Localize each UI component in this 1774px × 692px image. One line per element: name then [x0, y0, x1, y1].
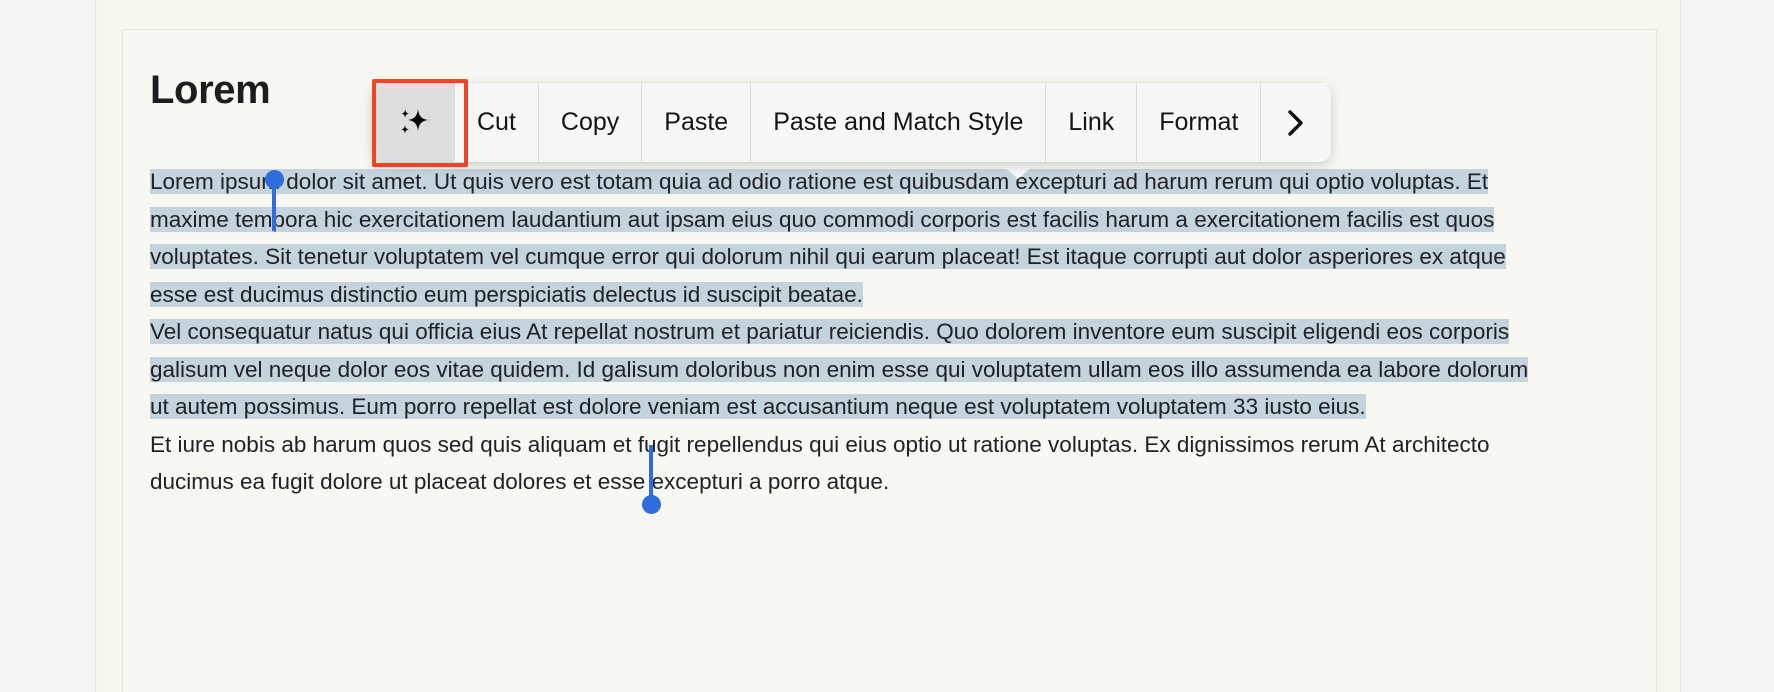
menu-item-label: Paste [664, 108, 729, 136]
context-menu[interactable]: Cut Copy Paste Paste and Match Style Lin… [372, 83, 1332, 162]
app-root: Lorem Lorem ipsum dolor sit amet. Ut qui… [0, 0, 1774, 692]
menu-item-label: Link [1068, 108, 1115, 136]
page-sheet: Lorem Lorem ipsum dolor sit amet. Ut qui… [97, 0, 1680, 692]
paragraph[interactable]: Lorem ipsum dolor sit amet. Ut quis vero… [150, 163, 1550, 313]
document-card: Lorem Lorem ipsum dolor sit amet. Ut qui… [122, 29, 1657, 692]
left-gutter [0, 0, 96, 692]
sparkle-icon [400, 108, 428, 134]
selection-handle-stem [272, 179, 276, 231]
right-gutter [1680, 0, 1774, 692]
menu-item-label: Format [1159, 108, 1239, 136]
paragraph[interactable]: Et iure nobis ab harum quos sed quis ali… [150, 426, 1550, 501]
chevron-right-icon [1288, 109, 1304, 136]
document-body[interactable]: Lorem ipsum dolor sit amet. Ut quis vero… [150, 163, 1550, 501]
menu-item-label: Cut [477, 108, 516, 136]
selection-handle-stem [649, 445, 653, 501]
menu-item-label: Copy [560, 108, 620, 136]
menu-item-more[interactable] [1261, 83, 1332, 162]
document-title: Lorem [150, 68, 271, 112]
menu-item-cut[interactable]: Cut [455, 83, 539, 162]
menu-item-format[interactable]: Format [1137, 83, 1262, 162]
menu-item-paste[interactable]: Paste [642, 83, 752, 162]
menu-item-paste-and-match-style[interactable]: Paste and Match Style [751, 83, 1047, 162]
selection-handle-knob [642, 495, 661, 514]
menu-item-label: Paste and Match Style [773, 108, 1024, 136]
menu-item-link[interactable]: Link [1046, 83, 1138, 162]
context-menu-caret [996, 160, 1040, 179]
menu-item-ai-writing-tools[interactable] [372, 83, 455, 162]
selected-text: Vel consequatur natus qui officia eius A… [150, 319, 1529, 419]
paragraph[interactable]: Vel consequatur natus qui officia eius A… [150, 313, 1550, 426]
menu-item-copy[interactable]: Copy [538, 83, 643, 162]
selected-text: Lorem ipsum dolor sit amet. Ut quis vero… [150, 169, 1506, 307]
